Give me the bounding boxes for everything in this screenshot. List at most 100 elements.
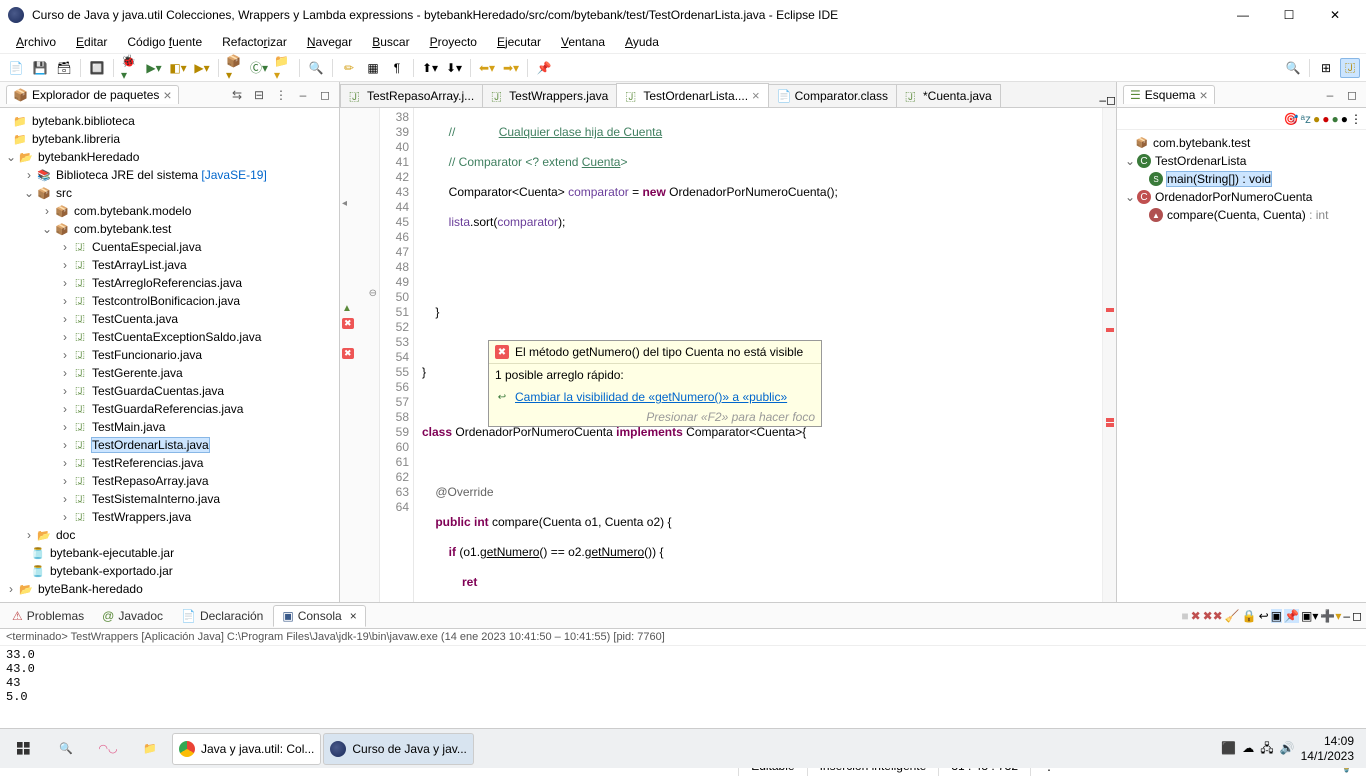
java-perspective-button[interactable]: 🇯 <box>1340 58 1360 78</box>
close-button[interactable]: ✕ <box>1312 0 1358 30</box>
toggle-mark-button[interactable]: ✏ <box>339 58 359 78</box>
hide-local-icon[interactable]: ● <box>1341 112 1348 126</box>
quickfix-link[interactable]: Cambiar la visibilidad de «getNumero()» … <box>515 390 787 404</box>
terminate-icon[interactable]: ■ <box>1181 609 1188 623</box>
outline-class[interactable]: ⌄CTestOrdenarLista <box>1119 152 1364 170</box>
forward-button[interactable]: ➡▾ <box>501 58 521 78</box>
open-console-icon[interactable]: ➕▾ <box>1320 609 1341 623</box>
start-button[interactable] <box>4 733 44 765</box>
java-file[interactable]: ›🇯TestWrappers.java <box>0 508 339 526</box>
java-file[interactable]: ›🇯TestCuentaExceptionSaldo.java <box>0 328 339 346</box>
eclipse-task[interactable]: Curso de Java y jav... <box>323 733 474 765</box>
minimize-icon[interactable]: – <box>1322 87 1338 103</box>
coverage-button[interactable]: ◧▾ <box>168 58 188 78</box>
editor-tab-active[interactable]: 🇯TestOrdenarLista....× <box>616 83 768 107</box>
view-menu-icon[interactable]: ⋮ <box>273 87 289 103</box>
menu-archivo[interactable]: Archivo <box>6 33 66 51</box>
package-item[interactable]: ⌄📦com.bytebank.test <box>0 220 339 238</box>
jre-item[interactable]: ›📚Biblioteca JRE del sistema [JavaSE-19] <box>0 166 339 184</box>
javadoc-tab[interactable]: @Javadoc <box>94 606 171 626</box>
java-file[interactable]: ›🇯CuentaEspecial.java <box>0 238 339 256</box>
project-item[interactable]: 📁bytebank-heredado-cuenta <box>0 598 339 602</box>
search-button[interactable]: 🔍 <box>306 58 326 78</box>
hide-static-icon[interactable]: ● <box>1322 112 1329 126</box>
task-view-button[interactable]: ◠◡ <box>88 733 128 765</box>
link-editor-icon[interactable]: ⇆ <box>229 87 245 103</box>
menu-ejecutar[interactable]: Ejecutar <box>487 33 551 51</box>
project-item[interactable]: 📁bytebank.libreria <box>0 130 339 148</box>
menu-navegar[interactable]: Navegar <box>297 33 362 51</box>
quick-access-button[interactable]: 🔍 <box>1283 58 1303 78</box>
menu-buscar[interactable]: Buscar <box>362 33 419 51</box>
show-whitespace-button[interactable]: ¶ <box>387 58 407 78</box>
minimize-button[interactable]: — <box>1220 0 1266 30</box>
menu-codigo[interactable]: Código fuente <box>117 33 212 51</box>
maximize-icon[interactable]: ◻ <box>1352 609 1362 623</box>
console-tab-active[interactable]: ▣Consola× <box>273 605 365 627</box>
remove-all-icon[interactable]: ✖✖ <box>1203 609 1223 623</box>
package-explorer-tab[interactable]: 📦 Explorador de paquetes × <box>6 85 179 104</box>
editor-tab[interactable]: 📄Comparator.class <box>768 84 897 107</box>
open-type-button[interactable]: 🔲 <box>87 58 107 78</box>
java-file[interactable]: ›🇯TestRepasoArray.java <box>0 472 339 490</box>
jar-item[interactable]: 🫙bytebank-ejecutable.jar <box>0 544 339 562</box>
menu-refactorizar[interactable]: Refactorizar <box>212 33 297 51</box>
new-class-button[interactable]: Ⓒ▾ <box>249 58 269 78</box>
java-file[interactable]: ›🇯TestReferencias.java <box>0 454 339 472</box>
debug-button[interactable]: 🐞▾ <box>120 58 140 78</box>
pin-console-icon[interactable]: 📌 <box>1284 609 1299 623</box>
run-last-button[interactable]: ▶▾ <box>192 58 212 78</box>
close-icon[interactable]: × <box>350 609 357 623</box>
menu-ayuda[interactable]: Ayuda <box>615 33 669 51</box>
maximize-button[interactable]: ☐ <box>1266 0 1312 30</box>
explorer-button[interactable]: 📁 <box>130 733 170 765</box>
outline-method-selected[interactable]: Smain(String[]) : void <box>1119 170 1364 188</box>
close-icon[interactable]: × <box>752 88 760 103</box>
annotation-prev-button[interactable]: ⬆▾ <box>420 58 440 78</box>
quickfix-link-row[interactable]: ↩ Cambiar la visibilidad de «getNumero()… <box>489 386 821 408</box>
run-button[interactable]: ▶▾ <box>144 58 164 78</box>
search-button[interactable]: 🔍 <box>46 733 86 765</box>
java-file[interactable]: ›🇯TestGerente.java <box>0 364 339 382</box>
block-select-button[interactable]: ▦ <box>363 58 383 78</box>
minimize-icon[interactable]: – <box>1099 93 1106 107</box>
maximize-icon[interactable]: ◻ <box>1344 87 1360 103</box>
tray-volume-icon[interactable]: 🔊 <box>1280 741 1295 755</box>
system-clock[interactable]: ⬛ ☁ 🖧 🔊 14:09 14/1/2023 <box>1213 734 1362 763</box>
java-file[interactable]: ›🇯TestGuardaReferencias.java <box>0 400 339 418</box>
view-menu-icon[interactable]: ⋮ <box>1350 112 1362 126</box>
package-tree[interactable]: 📁bytebank.biblioteca 📁bytebank.libreria … <box>0 108 339 602</box>
editor-tab[interactable]: 🇯TestRepasoArray.j... <box>340 84 483 107</box>
tray-network-icon[interactable]: 🖧 <box>1260 741 1273 755</box>
java-file[interactable]: ›🇯TestcontrolBonificacion.java <box>0 292 339 310</box>
java-file-selected[interactable]: ›🇯TestOrdenarLista.java <box>0 436 339 454</box>
problems-tab[interactable]: ⚠Problemas <box>4 606 92 626</box>
annotation-next-button[interactable]: ⬇▾ <box>444 58 464 78</box>
declaration-tab[interactable]: 📄Declaración <box>173 606 271 626</box>
menu-editar[interactable]: Editar <box>66 33 117 51</box>
clear-console-icon[interactable]: 🧹 <box>1225 609 1240 623</box>
folder-item[interactable]: ›📂doc <box>0 526 339 544</box>
display-console-icon[interactable]: ▣▾ <box>1301 609 1318 623</box>
java-file[interactable]: ›🇯TestFuncionario.java <box>0 346 339 364</box>
java-file[interactable]: ›🇯TestGuardaCuentas.java <box>0 382 339 400</box>
project-item[interactable]: ⌄📂bytebankHeredado <box>0 148 339 166</box>
minimize-icon[interactable]: – <box>1343 609 1350 623</box>
hide-fields-icon[interactable]: ● <box>1313 112 1320 126</box>
show-console-icon[interactable]: ▣ <box>1271 609 1282 623</box>
overview-ruler[interactable] <box>1102 108 1116 602</box>
hide-nonpublic-icon[interactable]: ● <box>1332 112 1339 126</box>
save-button[interactable]: 💾 <box>30 58 50 78</box>
pin-editor-button[interactable]: 📌 <box>534 58 554 78</box>
outline-method[interactable]: ▲compare(Cuenta, Cuenta) : int <box>1119 206 1364 224</box>
menu-proyecto[interactable]: Proyecto <box>420 33 487 51</box>
java-file[interactable]: ›🇯TestArregloReferencias.java <box>0 274 339 292</box>
word-wrap-icon[interactable]: ↩ <box>1259 609 1269 623</box>
java-file[interactable]: ›🇯TestArrayList.java <box>0 256 339 274</box>
project-item[interactable]: 📁bytebank.biblioteca <box>0 112 339 130</box>
sort-icon[interactable]: ᵃz <box>1301 112 1311 126</box>
editor-tab[interactable]: 🇯*Cuenta.java <box>896 84 1001 107</box>
java-file[interactable]: ›🇯TestMain.java <box>0 418 339 436</box>
close-icon[interactable]: × <box>1199 88 1207 102</box>
collapse-all-icon[interactable]: ⊟ <box>251 87 267 103</box>
